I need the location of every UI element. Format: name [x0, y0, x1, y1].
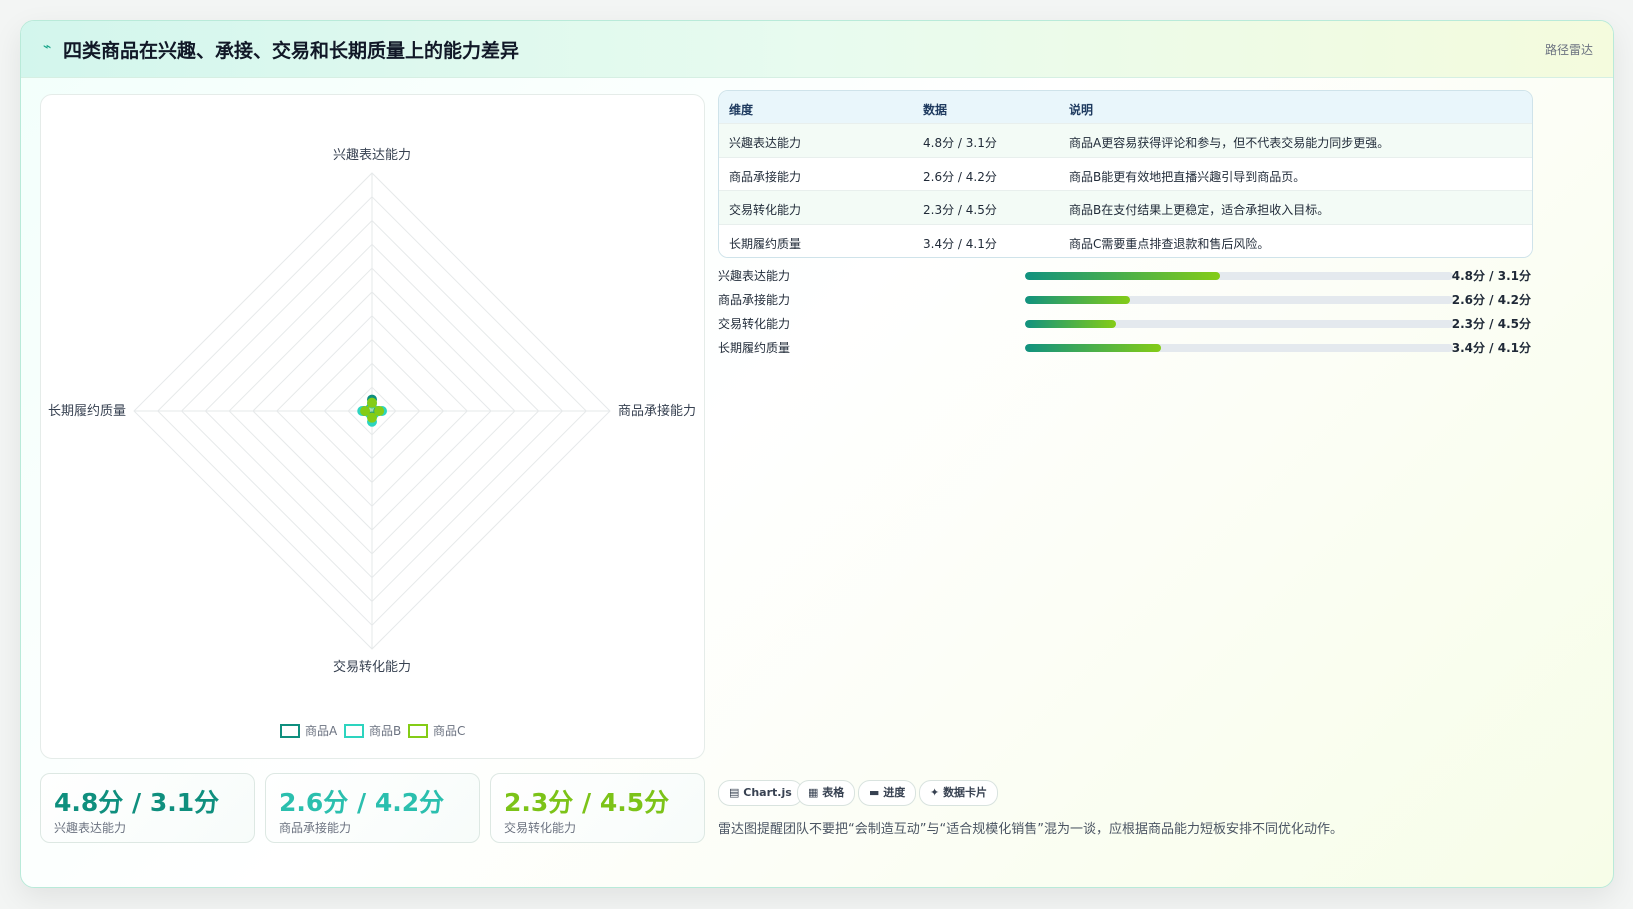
sparkle-icon: ✦ — [930, 786, 940, 799]
table-header-dimension: 维度 — [729, 103, 754, 117]
progress-track — [1025, 272, 1453, 280]
chip-table[interactable]: ▦ 表格 — [797, 780, 856, 806]
radar-point — [360, 406, 371, 416]
progress-fill — [1025, 320, 1117, 328]
table-header-note: 说明 — [1069, 103, 1094, 117]
radar-point — [374, 406, 385, 416]
dimension-table: 维度 数据 说明 兴趣表达能力 4.8分 / 3.1分 商品A更容易获得评论和参… — [718, 90, 1533, 258]
progress-row-quality: 长期履约质量 3.4分 / 4.1分 — [718, 337, 1531, 357]
table-header-data: 数据 — [923, 103, 948, 117]
chip-label: 数据卡片 — [943, 786, 988, 799]
table-cell: 交易转化能力 — [729, 203, 802, 217]
table-cell: 商品B能更有效地把直播兴趣引导到商品页。 — [1069, 170, 1306, 184]
progress-label: 兴趣表达能力 — [718, 269, 791, 283]
progress-value: 2.6分 / 4.2分 — [1451, 293, 1531, 307]
progress-row-interest: 兴趣表达能力 4.8分 / 3.1分 — [718, 265, 1531, 285]
legend-swatch — [280, 724, 300, 738]
legend-label: 商品C — [433, 723, 465, 738]
kpi-value: 2.3分 / 4.5分 — [504, 788, 670, 817]
kpi-value: 4.8分 / 3.1分 — [54, 788, 220, 817]
radar-point — [367, 397, 377, 408]
progress-fill — [1025, 296, 1131, 304]
kpi-label: 交易转化能力 — [504, 821, 577, 835]
kpi-value: 2.6分 / 4.2分 — [279, 788, 445, 817]
radar-axis-label: 长期履约质量 — [48, 404, 126, 419]
radar-chart: 兴趣表达能力商品承接能力交易转化能力 长期履约质量商品A 商品B 商品C — [48, 148, 696, 738]
chip-chartjs[interactable]: ▤ Chart.js — [718, 780, 803, 806]
kpi-card-interest: 4.8分 / 3.1分 兴趣表达能力 — [40, 773, 255, 843]
progress-value: 4.8分 / 3.1分 — [1451, 269, 1531, 283]
table-cell: 商品承接能力 — [729, 170, 802, 184]
progress-fill — [1025, 344, 1162, 352]
progress-track — [1025, 296, 1453, 304]
chip-label: Chart.js — [743, 786, 792, 799]
chip-label: 表格 — [822, 786, 845, 799]
progress-track — [1025, 320, 1453, 328]
route-icon: ⌁ — [43, 39, 52, 55]
legend-label: 商品A — [305, 723, 338, 738]
table-icon: ▦ — [808, 786, 819, 799]
table-header-row: 维度 数据 说明 — [719, 91, 1532, 123]
progress-label: 商品承接能力 — [718, 293, 791, 307]
progress-row-conversion: 交易转化能力 2.3分 / 4.5分 — [718, 313, 1531, 333]
chart-icon: ▤ — [729, 786, 740, 799]
table-row: 长期履约质量 3.4分 / 4.1分 商品C需要重点排查退款和售后风险。 — [719, 224, 1532, 257]
table-row: 商品承接能力 2.6分 / 4.2分 商品B能更有效地把直播兴趣引导到商品页。 — [719, 157, 1532, 191]
progress-value: 3.4分 / 4.1分 — [1451, 341, 1531, 355]
table-cell: 兴趣表达能力 — [729, 136, 802, 150]
card-header: ⌁ 四类商品在兴趣、承接、交易和长期质量上的能力差异 路径雷达 — [21, 21, 1613, 78]
kpi-label: 商品承接能力 — [279, 821, 352, 835]
table-cell: 4.8分 / 3.1分 — [923, 136, 997, 150]
progress-track — [1025, 344, 1453, 352]
table-cell: 长期履约质量 — [729, 237, 802, 251]
table-cell: 商品B在支付结果上更稳定，适合承担收入目标。 — [1069, 203, 1330, 217]
table-cell: 商品C需要重点排查退款和售后风险。 — [1069, 237, 1270, 251]
chip-data-card[interactable]: ✦ 数据卡片 — [919, 780, 999, 806]
table-cell: 商品A更容易获得评论和参与，但不代表交易能力同步更强。 — [1069, 136, 1390, 150]
chip-label: 进度 — [883, 786, 906, 799]
radar-point — [367, 412, 377, 423]
radar-axis-label: 交易转化能力 — [333, 659, 411, 675]
radar-axis-label: 商品承接能力 — [618, 403, 696, 419]
radar-chart-panel: 兴趣表达能力商品承接能力交易转化能力 长期履约质量商品A 商品B 商品C — [40, 94, 705, 759]
table-row: 兴趣表达能力 4.8分 / 3.1分 商品A更容易获得评论和参与，但不代表交易能… — [719, 123, 1532, 157]
chip-progress[interactable]: ▬ 进度 — [858, 780, 917, 806]
radar-axis-label: 兴趣表达能力 — [333, 148, 411, 163]
progress-value: 2.3分 / 4.5分 — [1451, 317, 1531, 331]
progress-label: 长期履约质量 — [718, 341, 791, 355]
legend-label: 商品B — [369, 723, 401, 738]
table-row: 交易转化能力 2.3分 / 4.5分 商品B在支付结果上更稳定，适合承担收入目标… — [719, 190, 1532, 224]
kpi-card-conversion: 2.3分 / 4.5分 交易转化能力 — [490, 773, 705, 843]
progress-fill — [1025, 272, 1220, 280]
progress-row-carry: 商品承接能力 2.6分 / 4.2分 — [718, 289, 1531, 309]
summary-note: 雷达图提醒团队不要把“会制造互动”与“适合规模化销售”混为一谈，应根据商品能力短… — [718, 822, 1343, 837]
table-cell: 2.3分 / 4.5分 — [923, 203, 997, 217]
progress-icon: ▬ — [869, 786, 880, 799]
table-cell: 2.6分 / 4.2分 — [923, 170, 997, 184]
kpi-label: 兴趣表达能力 — [54, 821, 127, 835]
legend-swatch — [408, 724, 428, 738]
progress-label: 交易转化能力 — [718, 317, 791, 331]
kpi-card-carry: 2.6分 / 4.2分 商品承接能力 — [265, 773, 480, 843]
page-title: 四类商品在兴趣、承接、交易和长期质量上的能力差异 — [63, 40, 520, 62]
table-cell: 3.4分 / 4.1分 — [923, 237, 997, 251]
dashboard-card: ⌁ 四类商品在兴趣、承接、交易和长期质量上的能力差异 路径雷达 兴趣表达能力 商品… — [20, 20, 1614, 888]
chart-type-tag: 路径雷达 — [1544, 43, 1593, 57]
legend-swatch — [344, 724, 364, 738]
